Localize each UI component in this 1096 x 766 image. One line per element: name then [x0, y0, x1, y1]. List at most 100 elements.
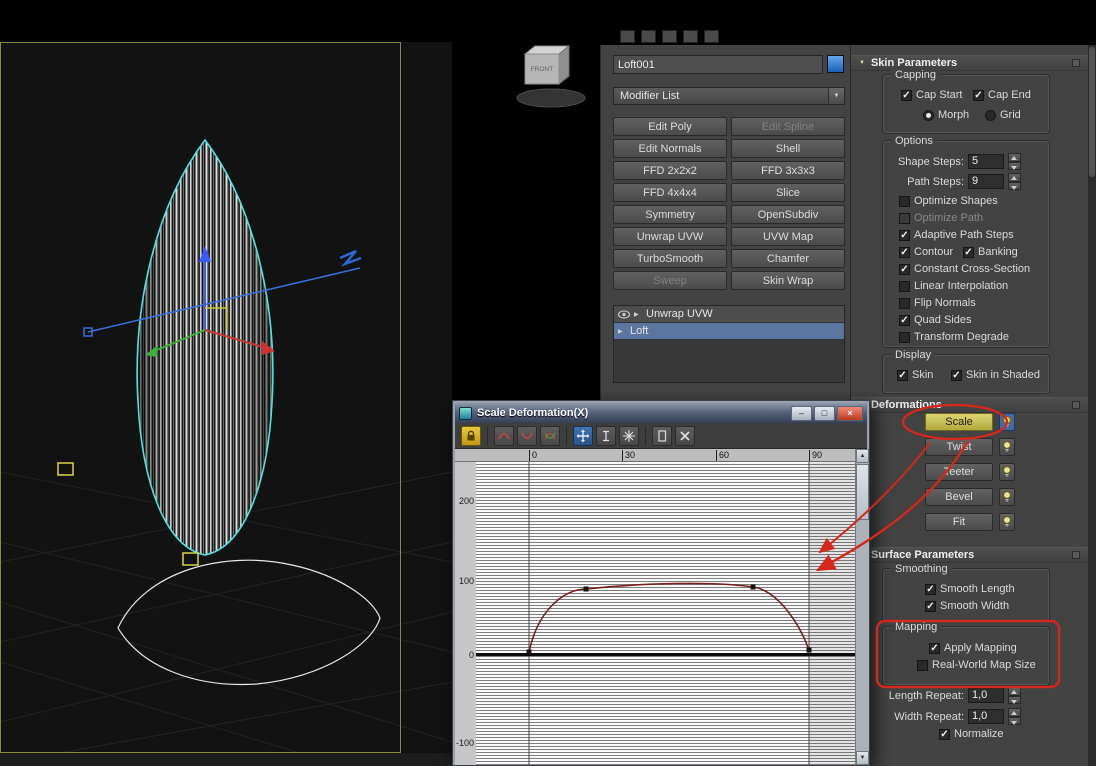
main-toolbar-fragment-icon[interactable] — [620, 30, 635, 43]
width-repeat-field[interactable]: 1,0 — [968, 709, 1004, 724]
rollout-skin-parameters[interactable]: ▼ Skin Parameters — [851, 55, 1088, 71]
spinner-down-icon[interactable] — [1008, 716, 1021, 725]
linear-interpolation-checkbox[interactable]: Linear Interpolation — [899, 280, 1008, 293]
smooth-width-checkbox[interactable]: Smooth Width — [925, 600, 1009, 613]
lightbulb-toggle-icon[interactable] — [999, 488, 1015, 506]
modifier-button-turbosmooth[interactable]: TurboSmooth — [613, 249, 727, 268]
front-viewcube-gizmo[interactable]: FRONT — [505, 40, 595, 110]
modifier-button-ffd-3x3x3[interactable]: FFD 3x3x3 — [731, 161, 845, 180]
spinner-up-icon[interactable] — [1008, 153, 1021, 162]
perspective-viewport[interactable] — [0, 42, 452, 753]
modifier-button-uvw-map[interactable]: UVW Map — [731, 227, 845, 246]
modifier-button-ffd-2x2x2[interactable]: FFD 2x2x2 — [613, 161, 727, 180]
scale-deformation-button[interactable]: Scale — [925, 413, 993, 431]
apply-mapping-checkbox[interactable]: Apply Mapping — [929, 642, 1017, 655]
dialog-scrollbar-thumb[interactable] — [856, 464, 869, 520]
dialog-scrollbar[interactable]: ▲ ▼ — [855, 449, 869, 765]
rollout-surface-parameters[interactable]: ▼ Surface Parameters — [851, 547, 1088, 563]
lightbulb-toggle-icon[interactable] — [999, 438, 1015, 456]
rollout-pin-icon[interactable] — [1072, 401, 1080, 409]
curve-control-point[interactable] — [750, 584, 756, 590]
panel-scrollbar-thumb[interactable] — [1089, 47, 1095, 177]
modifier-button-edit-poly[interactable]: Edit Poly — [613, 117, 727, 136]
real-world-map-size-checkbox[interactable]: Real-World Map Size — [917, 659, 1036, 672]
stack-item-loft[interactable]: ▶ Loft — [614, 323, 844, 340]
spinner-down-icon[interactable] — [1008, 161, 1021, 170]
panel-scrollbar[interactable] — [1088, 45, 1096, 766]
skin-checkbox[interactable]: Skin — [897, 369, 933, 382]
grid-radio[interactable]: Grid — [985, 109, 1021, 122]
modifier-button-slice[interactable]: Slice — [731, 183, 845, 202]
optimize-shapes-checkbox[interactable]: Optimize Shapes — [899, 195, 998, 208]
display-xy-axes-icon[interactable] — [540, 425, 560, 446]
spinner-up-icon[interactable] — [1008, 687, 1021, 696]
constant-cross-section-checkbox[interactable]: Constant Cross-Section — [899, 263, 1030, 276]
transform-degrade-checkbox[interactable]: Transform Degrade — [899, 331, 1009, 344]
curve-control-point[interactable] — [583, 586, 589, 592]
scroll-up-icon[interactable]: ▲ — [856, 449, 869, 463]
modifier-button-skin-wrap[interactable]: Skin Wrap — [731, 271, 845, 290]
curve-control-point[interactable] — [526, 649, 532, 655]
skin-in-shaded-checkbox[interactable]: Skin in Shaded — [951, 369, 1040, 382]
lightbulb-toggle-icon[interactable] — [999, 413, 1015, 431]
modifier-button-unwrap-uvw[interactable]: Unwrap UVW — [613, 227, 727, 246]
make-symmetrical-icon[interactable] — [461, 425, 481, 446]
scroll-down-icon[interactable]: ▼ — [856, 751, 869, 765]
main-toolbar-fragment-icon[interactable] — [704, 30, 719, 43]
rollout-pin-icon[interactable] — [1072, 551, 1080, 559]
smooth-length-checkbox[interactable]: Smooth Length — [925, 583, 1015, 596]
move-control-point-icon[interactable] — [573, 425, 593, 446]
reset-curve-icon[interactable] — [652, 425, 672, 446]
main-toolbar-fragment-icon[interactable] — [662, 30, 677, 43]
rollout-pin-icon[interactable] — [1072, 59, 1080, 67]
visibility-eye-icon[interactable] — [618, 310, 630, 319]
display-x-axis-icon[interactable] — [494, 425, 514, 446]
main-toolbar-fragment-icon[interactable] — [641, 30, 656, 43]
modifier-button-chamfer[interactable]: Chamfer — [731, 249, 845, 268]
cap-start-checkbox[interactable]: Cap Start — [901, 89, 962, 102]
contour-checkbox[interactable]: Contour — [899, 246, 953, 259]
spinner-up-icon[interactable] — [1008, 173, 1021, 182]
path-steps-field[interactable]: 9 — [968, 174, 1004, 189]
maximize-button[interactable]: □ — [814, 405, 835, 421]
spinner-up-icon[interactable] — [1008, 708, 1021, 717]
flip-normals-checkbox[interactable]: Flip Normals — [899, 297, 976, 310]
insert-corner-point-icon[interactable] — [619, 425, 639, 446]
object-color-swatch[interactable] — [827, 55, 844, 73]
deformation-curve-canvas[interactable] — [476, 462, 855, 765]
object-name-field[interactable] — [613, 55, 823, 74]
modifier-button-opensubdiv[interactable]: OpenSubdiv — [731, 205, 845, 224]
close-button[interactable]: × — [837, 405, 863, 421]
lightbulb-toggle-icon[interactable] — [999, 463, 1015, 481]
expand-arrow-icon[interactable]: ▶ — [618, 328, 626, 335]
shape-steps-field[interactable]: 5 — [968, 154, 1004, 169]
cap-end-checkbox[interactable]: Cap End — [973, 89, 1031, 102]
length-repeat-field[interactable]: 1,0 — [968, 688, 1004, 703]
twist-deformation-button[interactable]: Twist — [925, 438, 993, 456]
modifier-button-edit-normals[interactable]: Edit Normals — [613, 139, 727, 158]
spinner-down-icon[interactable] — [1008, 695, 1021, 704]
modifier-list-dropdown[interactable]: Modifier List ▼ — [613, 87, 845, 105]
normalize-checkbox[interactable]: Normalize — [939, 728, 1004, 741]
adaptive-path-steps-checkbox[interactable]: Adaptive Path Steps — [899, 229, 1014, 242]
lightbulb-toggle-icon[interactable] — [999, 513, 1015, 531]
dialog-title-bar[interactable]: Scale Deformation(X) – □ × — [455, 403, 867, 423]
morph-radio[interactable]: Morph — [923, 109, 969, 122]
banking-checkbox[interactable]: Banking — [963, 246, 1018, 259]
bevel-deformation-button[interactable]: Bevel — [925, 488, 993, 506]
fit-deformation-button[interactable]: Fit — [925, 513, 993, 531]
modifier-button-symmetry[interactable]: Symmetry — [613, 205, 727, 224]
modifier-button-shell[interactable]: Shell — [731, 139, 845, 158]
expand-arrow-icon[interactable]: ▶ — [634, 311, 642, 318]
spinner-down-icon[interactable] — [1008, 181, 1021, 190]
rollout-deformations[interactable]: ▼ Deformations — [851, 397, 1088, 413]
main-toolbar-fragment-icon[interactable] — [683, 30, 698, 43]
quad-sides-checkbox[interactable]: Quad Sides — [899, 314, 971, 327]
scale-deformation-curve[interactable] — [528, 582, 810, 653]
scale-control-point-icon[interactable] — [596, 425, 616, 446]
curve-control-point[interactable] — [806, 647, 812, 653]
delete-control-point-icon[interactable] — [675, 425, 695, 446]
modifier-button-ffd-4x4x4[interactable]: FFD 4x4x4 — [613, 183, 727, 202]
display-y-axis-icon[interactable] — [517, 425, 537, 446]
stack-item-unwrap-uvw[interactable]: ▶ Unwrap UVW — [614, 306, 844, 323]
